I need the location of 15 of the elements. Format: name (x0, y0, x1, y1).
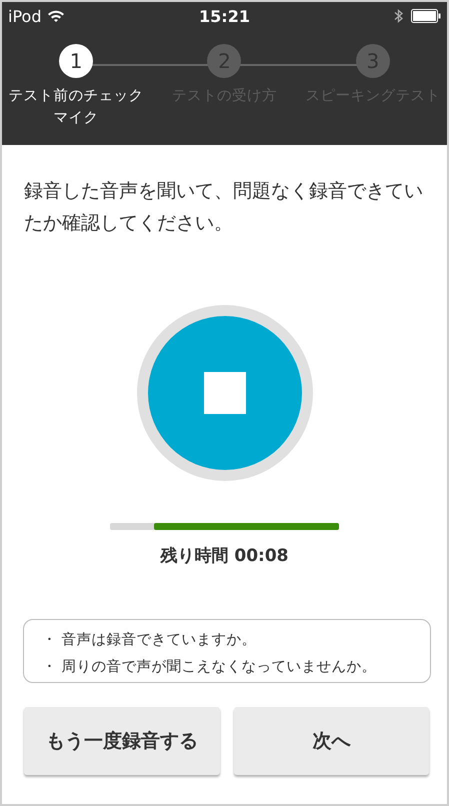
instruction-text: 録音した音声を聞いて、問題なく録音できていたか確認してください。 (24, 179, 424, 236)
checklist-item: ・ 音声は録音できていますか。 (42, 630, 258, 649)
step-number: 1 (59, 44, 94, 78)
clock-time: 15:21 (199, 6, 250, 26)
rerecord-button[interactable]: もう一度録音する (24, 707, 220, 775)
next-button[interactable]: 次へ (234, 707, 429, 775)
bluetooth-icon (394, 8, 403, 24)
wifi-icon (47, 9, 66, 23)
remaining-time: 残り時間 00:08 (159, 545, 290, 567)
step-label: テスト前のチェック (8, 87, 144, 105)
battery-icon (411, 9, 441, 23)
carrier-label: iPod (8, 6, 42, 26)
step-sublabel: マイク (54, 109, 99, 127)
stop-icon (204, 372, 246, 414)
checklist-item: ・ 周りの音で声が聞こえなくなっていませんか。 (42, 658, 378, 676)
